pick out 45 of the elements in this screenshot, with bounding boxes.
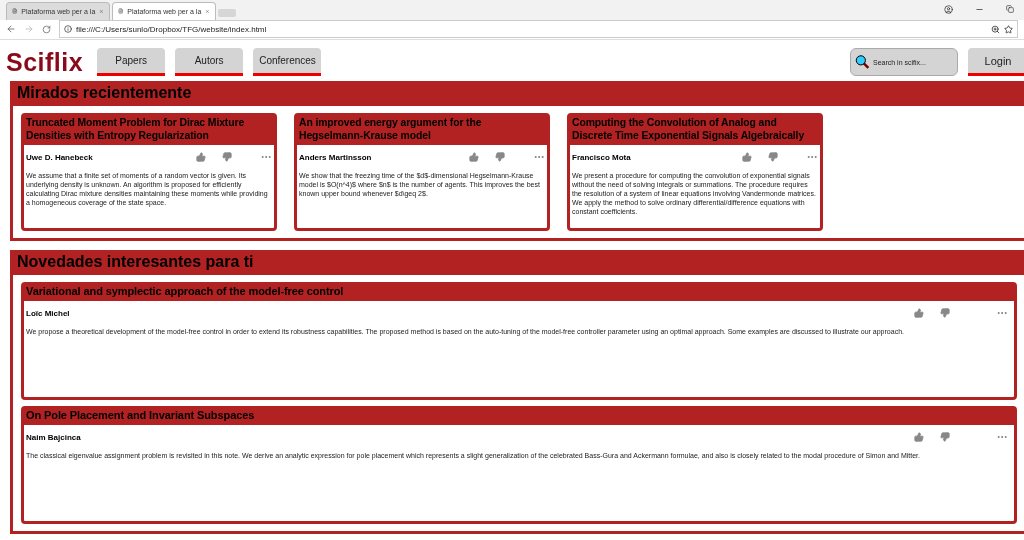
paper-card[interactable] xyxy=(294,113,550,231)
close-icon[interactable] xyxy=(205,7,210,15)
paper-title: Truncated Moment Problem for Dirac Mixture Densities with Entropy Regularization xyxy=(24,116,274,145)
thumbs-up-icon[interactable] xyxy=(914,308,924,318)
thumbs-down-icon[interactable] xyxy=(222,152,232,162)
reload-icon[interactable] xyxy=(42,24,51,34)
profile-icon[interactable] xyxy=(944,4,953,14)
paper-card[interactable] xyxy=(567,113,823,231)
nav-button[interactable]: Autors xyxy=(175,48,244,77)
thumbs-down-icon[interactable] xyxy=(940,432,950,442)
logo[interactable]: Sciflix xyxy=(6,47,84,77)
nav-button[interactable]: Conferences xyxy=(253,48,322,77)
paper-card[interactable] xyxy=(21,406,1017,524)
paper-card[interactable] xyxy=(21,282,1017,400)
search-icon xyxy=(855,53,870,72)
zoom-icon[interactable] xyxy=(991,24,1000,34)
paper-title: On Pole Placement and Invariant Subspaces xyxy=(24,409,1014,425)
thumbs-down-icon[interactable] xyxy=(768,152,778,162)
paper-title: Computing the Convolution of Analog and Discrete Time Exponential Signals Algebraically xyxy=(570,116,820,145)
thumbs-down-icon[interactable] xyxy=(940,308,950,318)
thumbs-down-icon[interactable] xyxy=(495,152,505,162)
thumbs-up-icon[interactable] xyxy=(742,152,752,162)
section-title: Mirados recientemente xyxy=(13,84,1024,106)
address-bar[interactable]: file:///C:/Users/sunlo/Dropbox/TFG/website/index.html xyxy=(59,20,1018,39)
paper-card[interactable] xyxy=(21,113,277,231)
paper-author: Loïc Michel xyxy=(26,308,70,318)
close-icon[interactable] xyxy=(99,7,104,15)
restore-icon[interactable] xyxy=(1006,5,1014,14)
back-icon[interactable] xyxy=(6,24,16,35)
paper-author: Uwe D. Hanebeck xyxy=(26,152,93,162)
thumbs-up-icon[interactable] xyxy=(469,152,479,162)
page-icon xyxy=(118,7,124,16)
paper-title: Variational and symplectic approach of the model-free control xyxy=(24,285,1014,301)
section-title: Novedades interesantes para ti xyxy=(13,253,1024,275)
paper-author: Francisco Mota xyxy=(572,152,631,162)
login-button[interactable]: Login xyxy=(968,48,1024,77)
paper-author: Naim Bajcinca xyxy=(26,432,81,442)
thumbs-up-icon[interactable] xyxy=(914,432,924,442)
nav-button[interactable]: Papers xyxy=(97,48,166,77)
paper-author: Anders Martinsson xyxy=(299,152,372,162)
info-icon[interactable] xyxy=(64,25,72,34)
paper-title: An improved energy argument for the Hegselmann-Krause model xyxy=(297,116,547,145)
thumbs-up-icon[interactable] xyxy=(196,152,206,162)
star-icon[interactable] xyxy=(1004,24,1013,34)
page-icon xyxy=(12,7,18,16)
